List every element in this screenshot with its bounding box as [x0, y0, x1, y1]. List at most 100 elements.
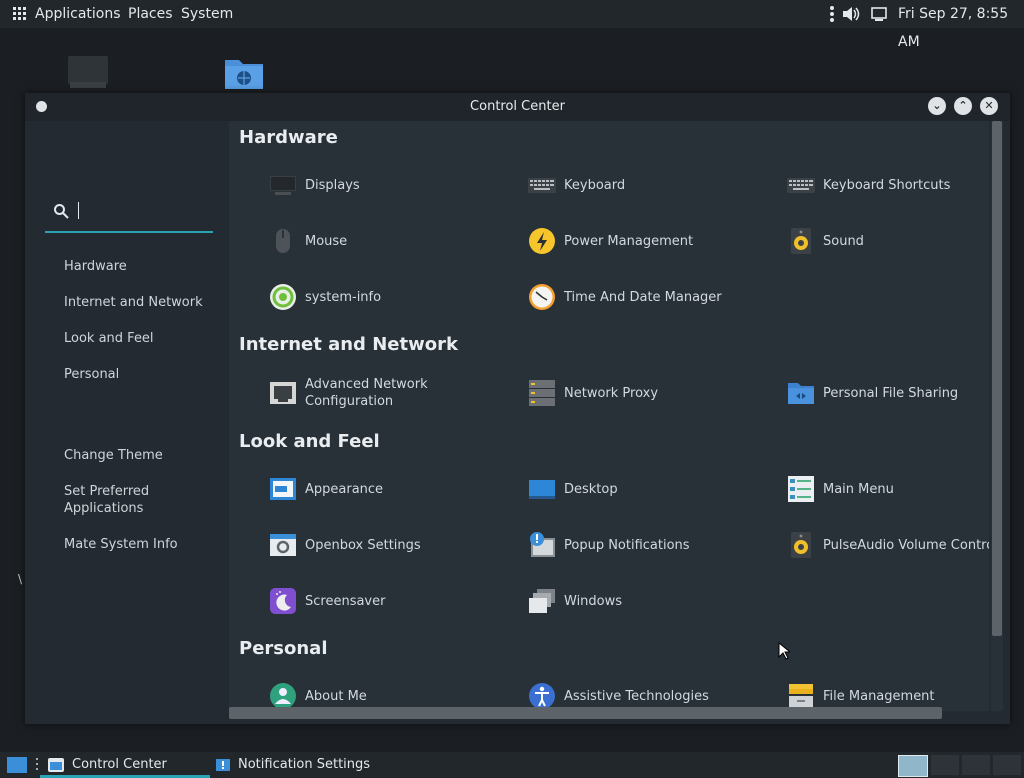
item-displays[interactable]: Displays — [269, 168, 519, 202]
workspace-3[interactable] — [962, 755, 990, 775]
clock-icon — [529, 284, 555, 310]
horizontal-scroll-thumb[interactable] — [229, 707, 942, 719]
sidebar-item-personal[interactable]: Personal — [64, 366, 214, 383]
panel-handle-icon[interactable] — [35, 757, 39, 773]
sidebar-item-internet-and-network[interactable]: Internet and Network — [64, 294, 214, 311]
workspace-2[interactable] — [931, 755, 959, 775]
close-button[interactable]: ✕ — [980, 97, 998, 115]
item-label: Mouse — [305, 233, 348, 249]
speaker-icon — [791, 228, 811, 254]
clock[interactable]: Fri Sep 27, 8:55 AM — [898, 0, 1024, 50]
mate-system-info-link[interactable]: Mate System Info — [64, 536, 214, 553]
window-menu-button[interactable] — [36, 101, 47, 112]
search-icon — [54, 204, 69, 219]
show-desktop-icon[interactable] — [7, 757, 27, 773]
item-advanced-network-configuration[interactable]: Advanced Network Configuration — [269, 376, 519, 410]
speaker-icon — [791, 532, 811, 558]
item-keyboard-shortcuts[interactable]: Keyboard Shortcuts — [787, 168, 989, 202]
item-keyboard[interactable]: Keyboard — [528, 168, 778, 202]
item-label: Sound — [823, 233, 864, 249]
menu-applications[interactable]: Applications — [35, 0, 121, 28]
minimize-button[interactable]: ⌄ — [928, 97, 946, 115]
mouse-cursor-icon — [778, 642, 790, 660]
item-screensaver[interactable]: Screensaver — [269, 584, 519, 618]
item-label: Time And Date Manager — [564, 289, 722, 305]
item-pulseaudio-volume-control[interactable]: PulseAudio Volume Control — [787, 528, 989, 562]
item-system-info[interactable]: system-info — [269, 280, 519, 314]
openbox-icon — [270, 534, 296, 556]
item-windows[interactable]: Windows — [528, 584, 778, 618]
item-label: Openbox Settings — [305, 537, 421, 553]
item-label: Appearance — [305, 481, 384, 497]
vertical-scrollbar[interactable] — [991, 121, 1003, 711]
sidebar-item-look-and-feel[interactable]: Look and Feel — [64, 330, 214, 347]
volume-icon[interactable] — [842, 6, 860, 22]
network-card-icon — [270, 382, 296, 404]
power-icon — [529, 228, 555, 254]
item-sound[interactable]: Sound — [787, 224, 989, 258]
item-label: Desktop — [564, 481, 618, 497]
item-desktop[interactable]: Desktop — [528, 472, 778, 506]
item-popup-notifications[interactable]: Popup Notifications — [528, 528, 778, 562]
shared-folder-icon — [788, 383, 814, 404]
item-label: PulseAudio Volume Control — [823, 537, 989, 553]
item-label: Screensaver — [305, 593, 386, 609]
section-title-look-and-feel: Look and Feel — [239, 431, 380, 452]
item-power-management[interactable]: Power Management — [528, 224, 778, 258]
mouse-icon — [276, 229, 290, 253]
item-label: Advanced Network Configuration — [305, 377, 428, 409]
notification-settings-task-icon — [216, 759, 230, 771]
control-center-window: Control Center ⌄ ⌃ ✕ Hardware Internet a… — [25, 93, 1010, 724]
desktop-icon — [529, 480, 555, 499]
search-caret — [78, 202, 79, 219]
task-notification-settings[interactable]: Notification Settings — [238, 752, 370, 778]
item-label: Power Management — [564, 233, 694, 249]
appearance-icon — [270, 478, 296, 500]
display-icon — [270, 176, 296, 195]
item-main-menu[interactable]: Main Menu — [787, 472, 989, 506]
item-label: Main Menu — [823, 481, 894, 497]
window-title: Control Center — [470, 99, 565, 114]
keyboard-icon — [528, 178, 556, 193]
item-personal-file-sharing[interactable]: Personal File Sharing — [787, 376, 989, 410]
item-label: Keyboard — [564, 177, 626, 193]
section-title-internet-and-network: Internet and Network — [239, 334, 458, 355]
sidebar-item-hardware[interactable]: Hardware — [64, 258, 214, 275]
menu-places[interactable]: Places — [128, 0, 173, 28]
network-folder-desktop-icon[interactable] — [224, 56, 264, 90]
change-theme-link[interactable]: Change Theme — [64, 447, 214, 464]
control-center-task-icon — [48, 758, 64, 772]
maximize-button[interactable]: ⌃ — [954, 97, 972, 115]
item-network-proxy[interactable]: Network Proxy — [528, 376, 778, 410]
item-label: Displays — [305, 177, 360, 193]
item-mouse[interactable]: Mouse — [269, 224, 519, 258]
workspace-4[interactable] — [993, 755, 1021, 775]
set-preferred-applications-link[interactable]: Set Preferred Applications — [64, 483, 214, 517]
section-title-personal: Personal — [239, 638, 328, 659]
desktop-edge-glyph: \ — [18, 572, 23, 586]
vertical-scroll-thumb[interactable] — [992, 121, 1002, 636]
menu-system[interactable]: System — [181, 0, 233, 28]
workspace-1[interactable] — [898, 755, 928, 777]
item-time-and-date-manager[interactable]: Time And Date Manager — [528, 280, 778, 314]
item-openbox-settings[interactable]: Openbox Settings — [269, 528, 519, 562]
main-menu-icon — [788, 476, 814, 502]
content-area: Hardware Displays Keyboard Keyboard Shor… — [229, 121, 989, 711]
keyboard-shortcuts-icon — [787, 178, 815, 193]
item-label: Keyboard Shortcuts — [823, 177, 951, 193]
applications-grid-icon[interactable] — [13, 7, 27, 21]
windows-icon — [529, 589, 555, 613]
screensaver-icon — [270, 588, 296, 614]
horizontal-scrollbar[interactable] — [229, 705, 999, 719]
tray-menu-icon[interactable] — [830, 6, 834, 22]
section-title-hardware: Hardware — [239, 127, 338, 148]
item-appearance[interactable]: Appearance — [269, 472, 519, 506]
item-label: system-info — [305, 289, 382, 305]
search-input[interactable] — [45, 191, 213, 233]
item-label: Network Proxy — [564, 385, 659, 401]
item-label: Personal File Sharing — [823, 385, 959, 401]
display-tray-icon[interactable] — [871, 7, 887, 21]
proxy-server-icon — [529, 380, 555, 406]
notification-icon — [530, 532, 555, 557]
computer-desktop-icon[interactable] — [68, 56, 108, 88]
